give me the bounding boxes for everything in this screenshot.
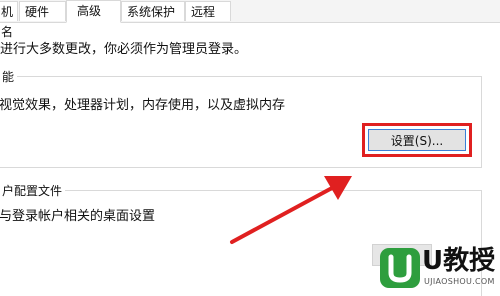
tab-computer-name[interactable]: 机名 — [0, 1, 18, 39]
red-arrow-icon — [230, 176, 352, 244]
user-profiles-description: 与登录帐户相关的桌面设置 — [0, 209, 156, 224]
tab-system-protection[interactable]: 系统保护 — [121, 1, 185, 21]
admin-notice: 进行大多数更改，你必须作为管理员登录。 — [0, 42, 248, 57]
tab-hardware[interactable]: 硬件 — [19, 1, 66, 21]
performance-legend: 能 — [0, 68, 18, 85]
tab-advanced[interactable]: 高级 — [66, 0, 121, 23]
tab-remote[interactable]: 远程 — [185, 1, 231, 21]
watermark-logo: U教授 UJIAOSHOU.COM — [378, 246, 500, 294]
watermark-url: UJIAOSHOU.COM — [424, 277, 495, 286]
performance-description: 视觉效果，处理器计划，内存使用，以及虚拟内存 — [0, 98, 286, 113]
tab-bar: 机名 硬件 高级 系统保护 远程 — [0, 0, 500, 39]
user-profiles-legend: 户配置文件 — [0, 182, 66, 199]
settings-button-highlight: 设置(S)... — [362, 123, 472, 157]
u-logo-icon — [380, 248, 420, 288]
system-properties-dialog: 机名 硬件 高级 系统保护 远程 进行大多数更改，你必须作为管理员登录。 能 视… — [0, 0, 500, 296]
watermark-brand: U教授 — [422, 246, 496, 276]
performance-settings-button[interactable]: 设置(S)... — [368, 129, 466, 151]
